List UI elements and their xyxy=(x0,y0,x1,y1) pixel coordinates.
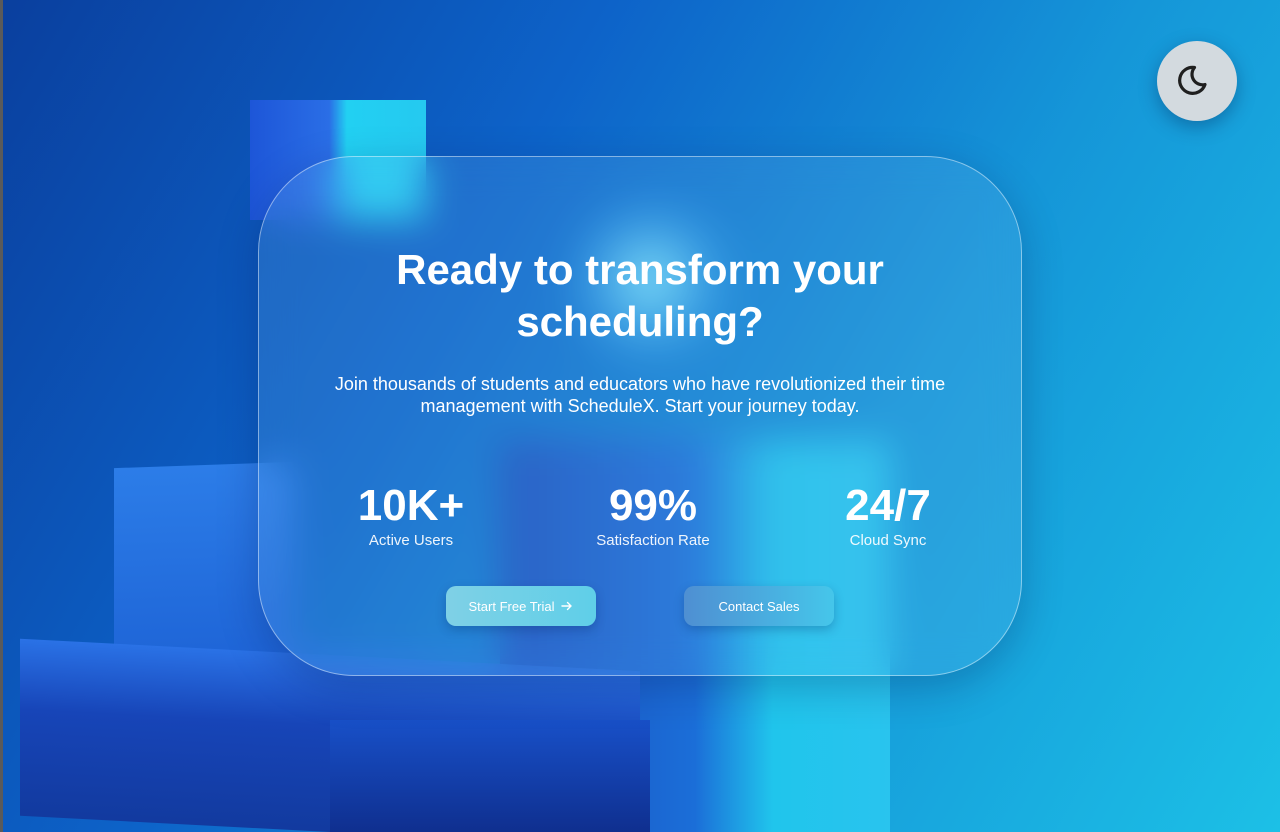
stat-label: Satisfaction Rate xyxy=(596,532,710,549)
stat-label: Active Users xyxy=(368,532,454,549)
contact-sales-label: Contact Sales xyxy=(718,598,800,614)
stat-value: 99% xyxy=(608,481,698,530)
cta-headline: Ready to transform your scheduling? xyxy=(396,246,884,345)
stat-label: Cloud Sync xyxy=(849,532,927,549)
moon-icon xyxy=(1175,58,1219,105)
background-block-shadow xyxy=(330,720,650,832)
start-free-trial-label: Start Free Trial xyxy=(468,598,555,614)
stat-cloud-sync: 24/7 Cloud Sync xyxy=(788,480,988,550)
stat-value: 10K+ xyxy=(357,481,465,530)
arrow-right-icon xyxy=(561,600,573,612)
contact-sales-button[interactable]: Contact Sales xyxy=(684,586,834,626)
start-free-trial-button[interactable]: Start Free Trial xyxy=(446,586,596,626)
stat-satisfaction-rate: 99% Satisfaction Rate xyxy=(553,480,753,550)
theme-toggle-button[interactable] xyxy=(1157,41,1237,121)
stat-value: 24/7 xyxy=(845,481,931,530)
stat-active-users: 10K+ Active Users xyxy=(311,480,511,550)
window-edge xyxy=(0,0,3,832)
page: Ready to transform your scheduling? Join… xyxy=(0,0,1280,832)
cta-subtitle: Join thousands of students and educators… xyxy=(334,374,946,416)
